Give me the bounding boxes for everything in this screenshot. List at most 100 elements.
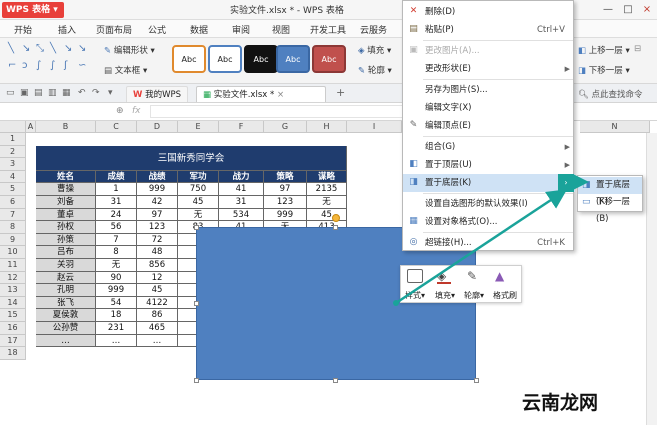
table-cell[interactable]: 534 (219, 208, 264, 222)
context-menu-item[interactable]: 更改形状(E) ▶ (403, 60, 575, 78)
row-header[interactable]: 7 (0, 208, 26, 222)
table-cell[interactable]: 123 (264, 196, 307, 209)
table-name-cell[interactable]: 吕布 (36, 246, 96, 259)
col-header-b[interactable]: B (36, 121, 96, 133)
close-button[interactable]: × (639, 2, 655, 17)
row-header[interactable]: 1 (0, 133, 26, 146)
send-backward-button[interactable]: ◨ 下移一层 ▾ (578, 64, 630, 76)
table-cell[interactable]: 999 (137, 183, 178, 196)
resize-handle-left[interactable] (194, 301, 199, 306)
tab-review[interactable]: 审阅 (232, 23, 250, 36)
row-header[interactable]: 12 (0, 271, 26, 285)
connector-shape-icon[interactable]: ╲ (50, 44, 62, 54)
table-cell[interactable]: 无 (96, 259, 137, 272)
row-header[interactable]: 14 (0, 296, 26, 310)
table-cell[interactable]: … (137, 334, 178, 348)
fx-icon[interactable]: fx (132, 106, 141, 116)
table-cell[interactable]: 48 (137, 246, 178, 259)
table-name-cell[interactable]: 夏侯敦 (36, 309, 96, 322)
shape-style-5[interactable]: Abc (312, 45, 346, 73)
line-shape-icon[interactable]: ╲ (8, 44, 20, 54)
table-cell[interactable]: 31 (219, 196, 264, 209)
row-header[interactable]: 16 (0, 322, 26, 335)
shape-style-2[interactable]: Abc (208, 45, 242, 73)
context-menu-item[interactable]: ▤ 粘贴(P) Ctrl+V (403, 21, 575, 39)
table-cell[interactable]: 12 (137, 271, 178, 285)
table-cell[interactable]: 97 (137, 208, 178, 222)
bring-forward-button[interactable]: ◧ 上移一层 ▾ (578, 44, 630, 56)
col-header-a[interactable]: A (26, 121, 36, 133)
context-menu-item[interactable]: 编辑文字(X) (403, 99, 575, 117)
table-cell[interactable]: 7 (96, 233, 137, 247)
shape-style-4[interactable]: Abc (276, 45, 310, 73)
maximize-button[interactable]: □ (620, 2, 636, 17)
minimize-button[interactable]: — (600, 2, 616, 17)
table-header-cell[interactable]: 战力 (219, 170, 264, 184)
table-name-cell[interactable]: 孙权 (36, 221, 96, 234)
table-cell[interactable]: 465 (137, 322, 178, 335)
outline-button[interactable]: ✎ 轮廓 ▾ (358, 64, 392, 76)
row-header[interactable]: 17 (0, 334, 26, 348)
table-cell[interactable]: … (96, 334, 137, 348)
resize-handle-top[interactable] (333, 225, 338, 230)
table-name-cell[interactable]: 董卓 (36, 208, 96, 222)
table-cell[interactable]: 54 (96, 296, 137, 310)
row-header[interactable]: 3 (0, 158, 26, 171)
tab-cloud[interactable]: 云服务 (360, 23, 387, 36)
table-cell[interactable]: 无 (178, 208, 219, 222)
table-name-cell[interactable]: … (36, 334, 96, 348)
print-preview-icon[interactable]: ▥ (48, 88, 58, 98)
zoom-icon[interactable]: ⊕ (116, 106, 124, 116)
submenu-arrow-highlight-icon[interactable]: › (558, 174, 574, 192)
table-header-cell[interactable]: 策略 (264, 170, 307, 184)
freeform-icon[interactable]: ʃ (64, 61, 76, 71)
col-header-d[interactable]: D (137, 121, 178, 133)
table-cell[interactable]: 999 (264, 208, 307, 222)
save-icon[interactable]: ▣ (20, 88, 30, 98)
table-name-cell[interactable]: 曹操 (36, 183, 96, 196)
select-all-corner[interactable] (0, 121, 26, 133)
print-icon[interactable]: ▤ (34, 88, 44, 98)
col-header-g[interactable]: G (264, 121, 307, 133)
row-header[interactable]: 5 (0, 183, 26, 196)
curve-connector-icon[interactable]: ∫ (36, 61, 48, 71)
command-search[interactable]: 🔍︎ 点此查找命令 (578, 88, 643, 100)
open-folder-icon[interactable]: ▭ (6, 88, 16, 98)
table-name-cell[interactable]: 关羽 (36, 259, 96, 272)
resize-handle-bottom[interactable] (333, 378, 338, 383)
tab-document[interactable]: ▦ 实验文件.xlsx * × (196, 86, 326, 102)
table-cell[interactable]: 856 (137, 259, 178, 272)
tab-close-icon[interactable]: × (277, 90, 284, 100)
col-header-n[interactable]: N (580, 121, 650, 133)
table-cell[interactable]: 2135 (307, 183, 347, 196)
tab-view[interactable]: 视图 (272, 23, 290, 36)
tab-page-layout[interactable]: 页面布局 (96, 23, 132, 36)
context-menu-item[interactable]: 另存为图片(S)... (403, 81, 575, 99)
table-cell[interactable]: 750 (178, 183, 219, 196)
table-name-cell[interactable]: 孙策 (36, 233, 96, 247)
row-header[interactable]: 15 (0, 309, 26, 322)
table-name-cell[interactable]: 孔明 (36, 284, 96, 297)
table-cell[interactable]: 8 (96, 246, 137, 259)
table-cell[interactable]: 45 (307, 208, 347, 222)
table-cell[interactable]: 18 (96, 309, 137, 322)
row-header[interactable]: 9 (0, 233, 26, 247)
table-title[interactable]: 三国新秀同学会 (36, 145, 347, 171)
formula-input[interactable] (150, 105, 405, 118)
row-header[interactable]: 13 (0, 284, 26, 297)
format-painter-icon[interactable]: ▦ (62, 88, 72, 98)
resize-handle-top-left[interactable] (194, 225, 199, 230)
context-menu-item[interactable]: 组合(G) ▶ (403, 138, 575, 156)
elbow-shape-icon[interactable]: ↘ (78, 44, 90, 54)
table-cell[interactable]: 无 (307, 196, 347, 209)
textbox-button[interactable]: ▤ 文本框 ▾ (104, 64, 147, 76)
table-cell[interactable]: 90 (96, 271, 137, 285)
table-name-cell[interactable]: 张飞 (36, 296, 96, 310)
table-cell[interactable]: 97 (264, 183, 307, 196)
table-name-cell[interactable]: 公孙赞 (36, 322, 96, 335)
rotate-handle-icon[interactable] (332, 214, 340, 222)
row-header[interactable]: 6 (0, 196, 26, 209)
table-cell[interactable]: 123 (137, 221, 178, 234)
table-header-cell[interactable]: 战绩 (137, 170, 178, 184)
arrow-connector-shape-icon[interactable]: ↘ (64, 44, 76, 54)
